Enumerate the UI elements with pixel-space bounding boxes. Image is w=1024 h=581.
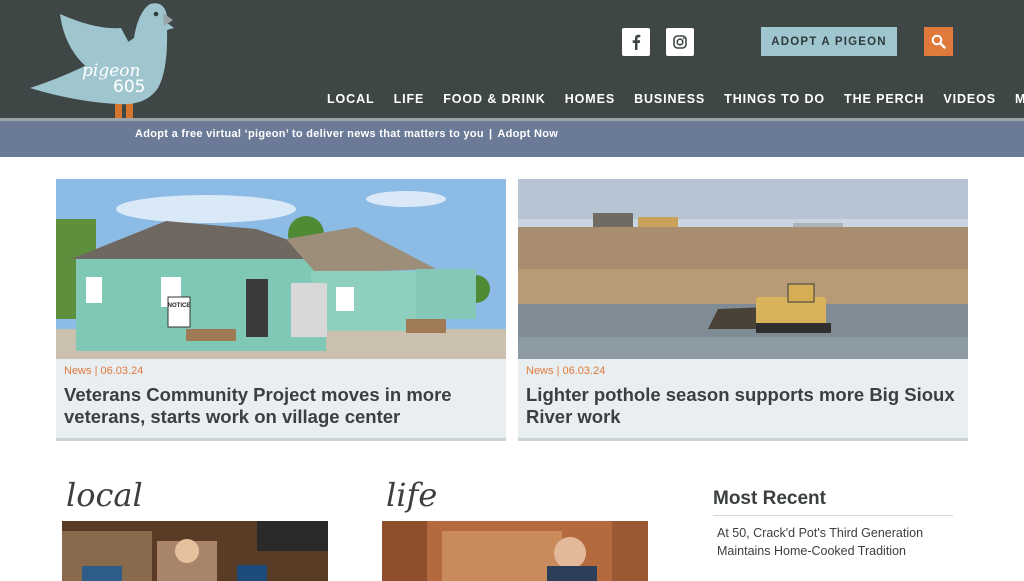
- featured-image-houses: NOTICE: [56, 179, 506, 359]
- life-story-image[interactable]: [382, 521, 648, 581]
- featured-image-river: [518, 179, 968, 359]
- card-caption: News | 06.03.24 Veterans Community Proje…: [56, 359, 506, 441]
- adopt-now-link[interactable]: Adopt Now: [497, 128, 558, 140]
- nav-local[interactable]: LOCAL: [327, 92, 375, 106]
- adopt-a-pigeon-button[interactable]: ADOPT A PIGEON: [761, 27, 897, 56]
- card-category[interactable]: News: [526, 365, 554, 377]
- search-button[interactable]: [924, 27, 953, 56]
- logo-number: 605: [113, 77, 145, 97]
- local-story-image[interactable]: [62, 521, 328, 581]
- nav-business[interactable]: BUSINESS: [634, 92, 705, 106]
- notice-sign: NOTICE: [168, 303, 191, 309]
- card-date: 06.03.24: [562, 365, 606, 377]
- featured-card[interactable]: NOTICE News | 06.03.24 Veterans Communit…: [56, 179, 506, 441]
- card-meta: News | 06.03.24: [526, 365, 606, 377]
- banner-text: Adopt a free virtual ‘pigeon’ to deliver…: [135, 128, 484, 140]
- nav-food-drink[interactable]: FOOD & DRINK: [443, 92, 545, 106]
- most-recent-item[interactable]: At 50, Crack'd Pot's Third Generation Ma…: [717, 524, 947, 560]
- main-nav: LOCAL LIFE FOOD & DRINK HOMES BUSINESS T…: [327, 92, 1024, 106]
- adopt-banner: Adopt a free virtual ‘pigeon’ to deliver…: [0, 121, 1024, 157]
- nav-homes[interactable]: HOMES: [565, 92, 615, 106]
- card-meta: News | 06.03.24: [64, 365, 144, 377]
- facebook-icon[interactable]: [622, 28, 650, 56]
- most-recent-divider: [713, 515, 953, 516]
- pigeon605-logo[interactable]: pigeon 605: [26, 0, 176, 126]
- section-heading-life[interactable]: life: [386, 476, 437, 514]
- nav-the-perch[interactable]: THE PERCH: [844, 92, 924, 106]
- banner-separator: |: [488, 128, 493, 140]
- search-icon: [931, 34, 946, 49]
- nav-life[interactable]: LIFE: [394, 92, 425, 106]
- card-date: 06.03.24: [100, 365, 144, 377]
- featured-card[interactable]: News | 06.03.24 Lighter pothole season s…: [518, 179, 968, 441]
- nav-more[interactable]: MORE: [1015, 92, 1024, 106]
- card-title[interactable]: Lighter pothole season supports more Big…: [526, 384, 956, 428]
- card-category[interactable]: News: [64, 365, 92, 377]
- card-caption: News | 06.03.24 Lighter pothole season s…: [518, 359, 968, 441]
- section-heading-local[interactable]: local: [66, 476, 143, 514]
- most-recent-title: Most Recent: [713, 488, 826, 509]
- nav-things-to-do[interactable]: THINGS TO DO: [724, 92, 825, 106]
- nav-videos[interactable]: VIDEOS: [943, 92, 996, 106]
- card-title[interactable]: Veterans Community Project moves in more…: [64, 384, 494, 428]
- instagram-icon[interactable]: [666, 28, 694, 56]
